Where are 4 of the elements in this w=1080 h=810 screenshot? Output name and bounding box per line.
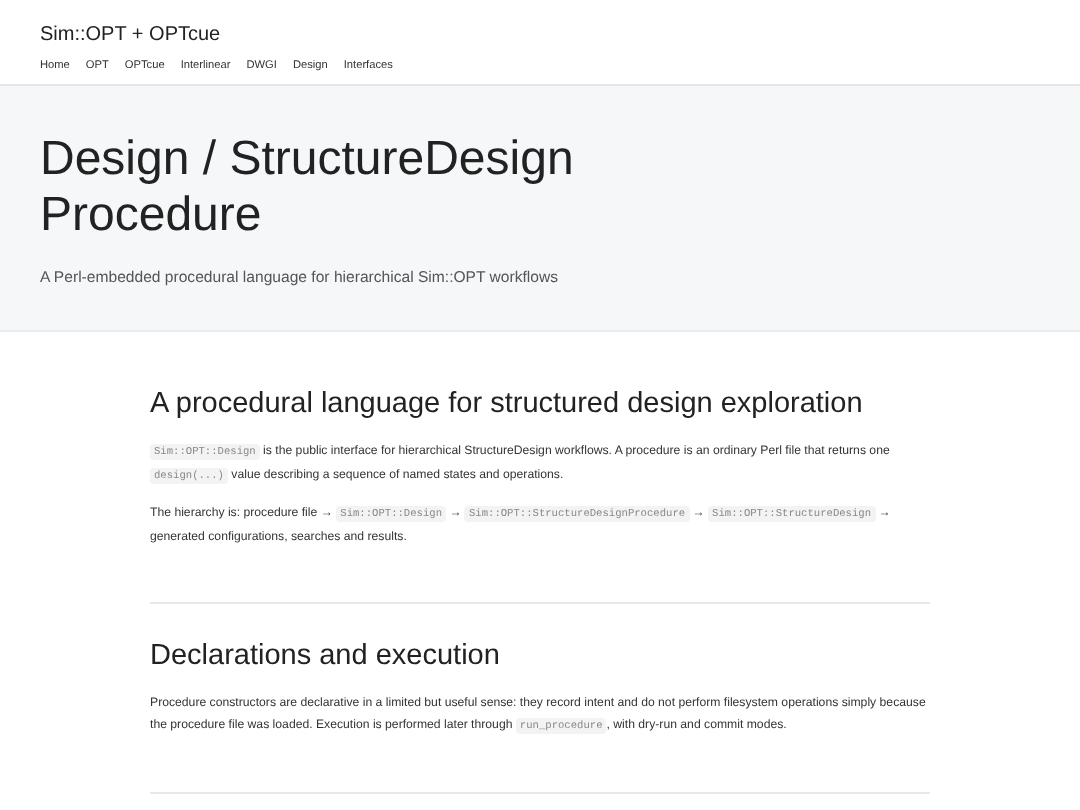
page-title: Design / StructureDesign Procedure	[40, 132, 576, 244]
site-title-link[interactable]: Sim::OPT + OPTcue	[40, 24, 221, 46]
section-heading: A procedural language for structured design exploration	[150, 388, 865, 420]
section-heading: Declarations and execution	[150, 640, 502, 672]
